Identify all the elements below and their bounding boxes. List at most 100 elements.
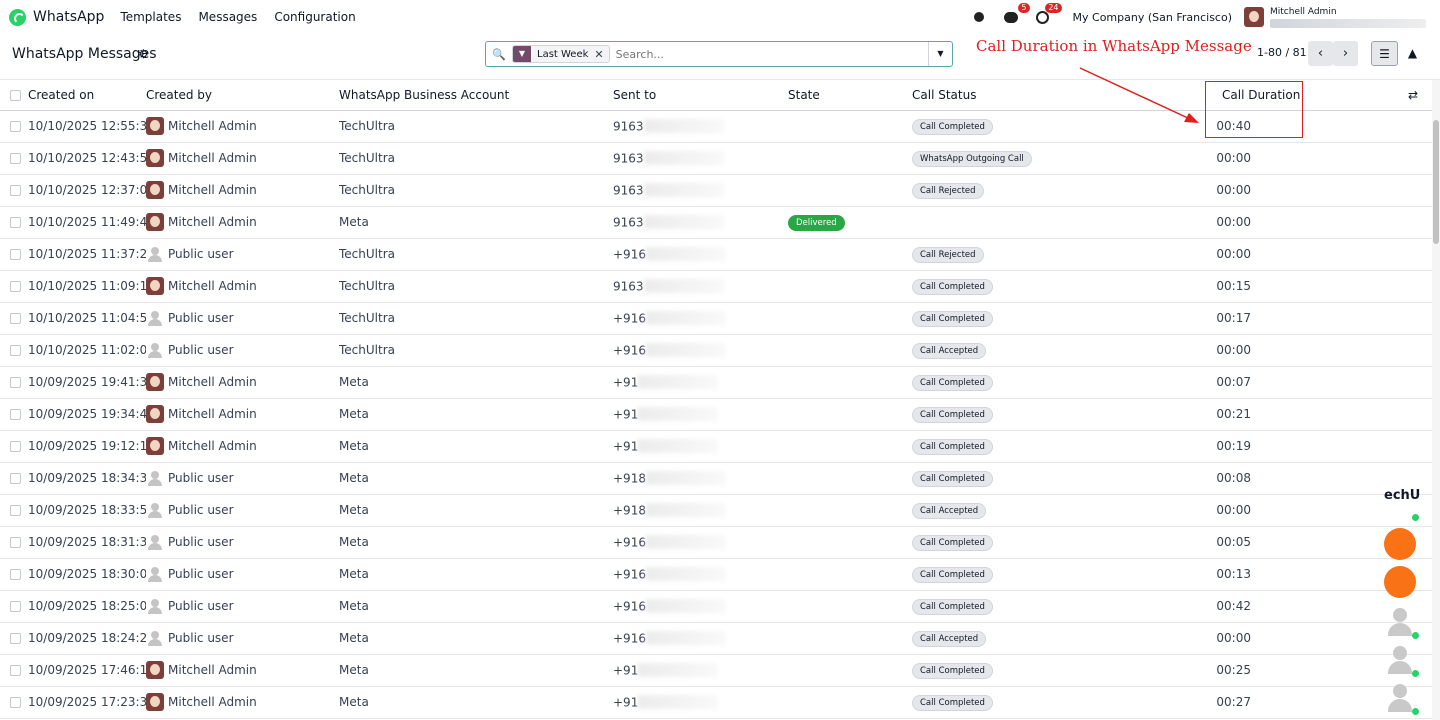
row-checkbox[interactable] (0, 462, 28, 495)
row-checkbox[interactable] (0, 622, 28, 655)
cell-call-status: Call Completed (912, 302, 1212, 335)
chat-bubble-user-2[interactable] (1384, 644, 1420, 678)
user-menu[interactable]: Mitchell Admin (1270, 7, 1426, 28)
table-row[interactable]: 10/09/2025 18:30:06 Public user Meta +916 Ca… (0, 558, 1432, 591)
row-checkbox[interactable] (0, 494, 28, 527)
row-checkbox[interactable] (0, 110, 28, 143)
table-row[interactable]: 10/09/2025 19:34:41 Mitchell Admin Meta +91… (0, 398, 1432, 431)
creator-name: Mitchell Admin (168, 119, 257, 133)
row-checkbox[interactable] (0, 206, 28, 239)
table-row[interactable]: 10/10/2025 12:43:52 Mitchell Admin TechUlt… (0, 142, 1432, 175)
graph-view-button[interactable]: ▲ (1399, 41, 1426, 66)
cell-created-on: 10/09/2025 18:31:33 (28, 526, 146, 559)
row-checkbox[interactable] (0, 270, 28, 303)
search-bar[interactable]: 🔍 ▼ Last Week ✕ ▼ (485, 41, 953, 67)
whatsapp-badge-icon (1411, 631, 1420, 640)
chat-bubble-orange-1[interactable] (1384, 528, 1416, 560)
list-view-button[interactable]: ☰ (1371, 41, 1398, 66)
table-row[interactable]: 10/10/2025 11:37:28 Public user TechUltra +… (0, 238, 1432, 271)
cell-call-status: Call Completed (912, 270, 1212, 303)
header-created-on[interactable]: Created on (28, 80, 146, 111)
row-checkbox[interactable] (0, 526, 28, 559)
chat-bubble-orange-2[interactable] (1384, 566, 1416, 598)
header-call-status[interactable]: Call Status (912, 80, 1212, 111)
creator-name: Public user (168, 311, 234, 325)
header-business-account[interactable]: WhatsApp Business Account (339, 80, 613, 111)
row-checkbox[interactable] (0, 142, 28, 175)
table-row[interactable]: 10/10/2025 11:02:05 Public user TechUltra +… (0, 334, 1432, 367)
row-checkbox[interactable] (0, 174, 28, 207)
cell-sent-to: +916 (613, 622, 788, 655)
row-checkbox[interactable] (0, 238, 28, 271)
cell-created-by: Mitchell Admin (146, 686, 339, 719)
table-row[interactable]: 10/10/2025 12:37:05 Mitchell Admin TechUlt… (0, 174, 1432, 207)
table-row[interactable]: 10/09/2025 17:46:18 Mitchell Admin Meta +91… (0, 654, 1432, 687)
avatar (146, 309, 164, 327)
cell-created-on: 10/10/2025 12:37:05 (28, 174, 146, 207)
table-row[interactable]: 10/09/2025 18:24:26 Public user Meta +916 Ca… (0, 622, 1432, 655)
header-created-by[interactable]: Created by (146, 80, 339, 111)
header-sent-to[interactable]: Sent to (613, 80, 788, 111)
chat-bubble-user-1[interactable] (1384, 606, 1420, 640)
scrollbar-thumb[interactable] (1433, 120, 1439, 244)
table-row[interactable]: 10/10/2025 11:49:44 Mitchell Admin Meta 916… (0, 206, 1432, 239)
sent-to-number: +916 (613, 247, 646, 262)
table-row[interactable]: 10/09/2025 19:41:36 Mitchell Admin Meta +91… (0, 366, 1432, 399)
table-row[interactable]: 10/09/2025 18:33:50 Public user Meta +918 Ca… (0, 494, 1432, 527)
row-checkbox[interactable] (0, 334, 28, 367)
menu-templates[interactable]: Templates (120, 10, 181, 24)
row-checkbox[interactable] (0, 558, 28, 591)
chat-icon[interactable]: 5 (1001, 3, 1030, 27)
cell-call-status: Call Accepted (912, 494, 1212, 527)
activity-clock-icon[interactable]: 24 (1033, 3, 1062, 27)
cell-state (788, 270, 912, 303)
chevron-down-icon[interactable]: ▼ (928, 42, 952, 66)
header-state[interactable]: State (788, 80, 912, 111)
company-switcher[interactable]: My Company (San Francisco) (1073, 11, 1232, 24)
table-row[interactable]: 10/10/2025 11:09:11 Mitchell Admin TechUlt… (0, 270, 1432, 303)
table-row[interactable]: 10/09/2025 19:12:19 Mitchell Admin Meta +91… (0, 430, 1432, 463)
cell-call-duration: 00:19 (1212, 430, 1402, 463)
cell-call-duration: 00:00 (1212, 238, 1402, 271)
pager-next-button[interactable]: › (1333, 41, 1358, 66)
pager-value[interactable]: 1-80 / 81 (1257, 46, 1307, 59)
cell-call-duration: 00:15 (1212, 270, 1402, 303)
row-checkbox[interactable] (0, 302, 28, 335)
cell-spacer (1402, 206, 1432, 239)
table-row[interactable]: 10/09/2025 18:31:33 Public user Meta +916 Ca… (0, 526, 1432, 559)
cell-created-on: 10/10/2025 11:02:05 (28, 334, 146, 367)
close-icon[interactable]: ✕ (594, 48, 608, 61)
app-brand[interactable]: WhatsApp (9, 8, 104, 26)
menu-configuration[interactable]: Configuration (274, 10, 355, 24)
pager-previous-button[interactable]: ‹ (1308, 41, 1333, 66)
row-checkbox[interactable] (0, 590, 28, 623)
avatar (146, 341, 164, 359)
optional-columns-sliders-icon[interactable]: ⇄ (1402, 80, 1432, 111)
whatsapp-badge-icon (1411, 513, 1420, 522)
scrollbar[interactable] (1432, 80, 1440, 720)
row-checkbox[interactable] (0, 686, 28, 719)
select-all-checkbox[interactable] (0, 80, 28, 111)
menu-messages[interactable]: Messages (198, 10, 257, 24)
search-input[interactable] (615, 47, 932, 61)
row-checkbox[interactable] (0, 366, 28, 399)
chat-bubble-user-3[interactable] (1384, 682, 1420, 716)
table-row[interactable]: 10/09/2025 18:34:31 Public user Meta +918 Ca… (0, 462, 1432, 495)
redacted-number (645, 599, 726, 614)
chat-bubble-techultra[interactable]: echU (1384, 488, 1420, 522)
debug-bug-icon[interactable] (969, 7, 989, 27)
gear-icon[interactable]: ⚙ (138, 47, 149, 61)
table-row[interactable]: 10/10/2025 11:04:51 Public user TechUltra +… (0, 302, 1432, 335)
table-row[interactable]: 10/09/2025 18:25:08 Public user Meta +916 Ca… (0, 590, 1432, 623)
filter-facet[interactable]: ▼ Last Week ✕ (512, 45, 610, 63)
cell-created-on: 10/09/2025 19:41:36 (28, 366, 146, 399)
row-checkbox[interactable] (0, 398, 28, 431)
row-checkbox[interactable] (0, 654, 28, 687)
cell-spacer (1402, 238, 1432, 271)
cell-call-duration: 00:07 (1212, 366, 1402, 399)
user-avatar[interactable] (1244, 7, 1264, 27)
cell-created-on: 10/10/2025 11:37:28 (28, 238, 146, 271)
cell-spacer (1402, 398, 1432, 431)
row-checkbox[interactable] (0, 430, 28, 463)
table-row[interactable]: 10/09/2025 17:23:32 Mitchell Admin Meta +91… (0, 686, 1432, 719)
